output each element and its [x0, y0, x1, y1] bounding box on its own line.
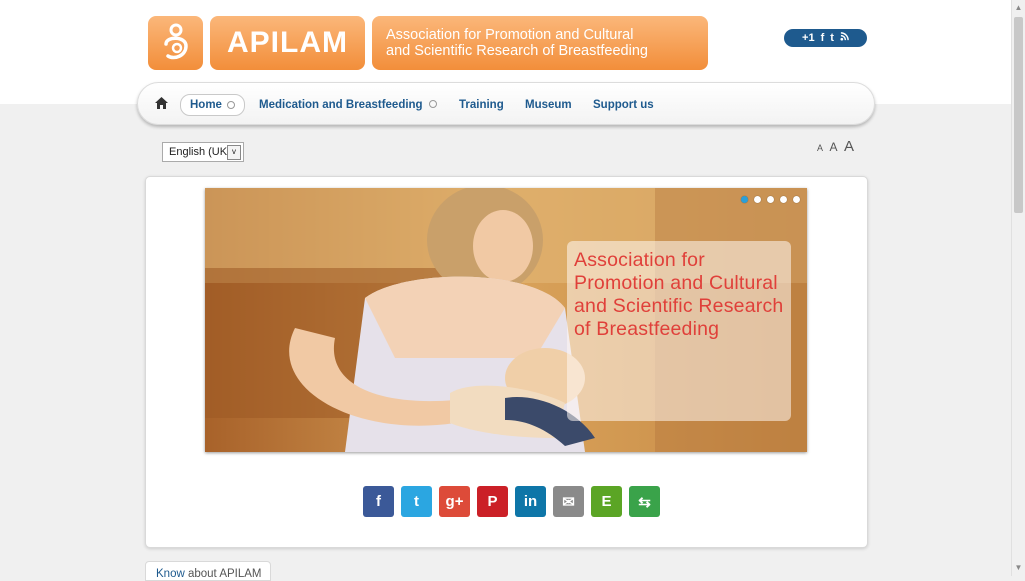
social-links: +1 f t [784, 29, 867, 47]
slider-dot-5[interactable] [793, 196, 800, 203]
twitter-link[interactable]: t [830, 32, 834, 44]
site-name[interactable]: APILAM [210, 16, 365, 70]
nav-medication-label: Medication and Breastfeeding [259, 99, 423, 111]
nav-support-us[interactable]: Support us [593, 95, 654, 115]
slider-dot-3[interactable] [767, 196, 774, 203]
google-plus-share-button[interactable]: g+ [439, 486, 470, 517]
pinterest-share-button[interactable]: P [477, 486, 508, 517]
slide-caption-text: Association for Promotion and Cultural a… [574, 249, 784, 340]
vertical-scrollbar[interactable]: ▲ ▼ [1011, 0, 1025, 576]
scroll-up-icon[interactable]: ▲ [1012, 0, 1025, 16]
slide-caption: Association for Promotion and Cultural a… [567, 241, 791, 421]
logo-icon[interactable] [148, 16, 203, 70]
font-size-medium[interactable]: A [829, 140, 837, 154]
nav-training[interactable]: Training [459, 95, 504, 115]
facebook-link[interactable]: f [821, 32, 825, 44]
evernote-share-button[interactable]: E [591, 486, 622, 517]
slider-dot-4[interactable] [780, 196, 787, 203]
rss-icon[interactable] [840, 32, 849, 44]
email-share-button[interactable]: ✉ [553, 486, 584, 517]
chevron-down-icon[interactable]: v [227, 145, 241, 160]
know-about-tab[interactable]: Know about APILAM [145, 561, 271, 581]
language-value: English (UK) [169, 146, 231, 158]
language-select[interactable]: English (UK) v [162, 142, 244, 162]
font-size-large[interactable]: A [844, 138, 854, 155]
printfriendly-share-button[interactable]: ⇆ [629, 486, 660, 517]
scroll-down-icon[interactable]: ▼ [1012, 560, 1025, 576]
font-size-small[interactable]: A [817, 143, 823, 153]
font-size-controls: A A A [817, 138, 856, 156]
know-about-highlight: Know [156, 568, 185, 580]
site-tagline: Association for Promotion and Cultural a… [372, 16, 708, 70]
slider-dot-2[interactable] [754, 196, 761, 203]
nav-home[interactable]: Home [180, 94, 245, 116]
google-plus-link[interactable]: +1 [802, 32, 815, 44]
facebook-share-button[interactable]: f [363, 486, 394, 517]
slider-dot-1[interactable] [741, 196, 748, 203]
nav-museum[interactable]: Museum [525, 95, 572, 115]
tagline-line-1: Association for Promotion and Cultural [386, 27, 634, 43]
main-nav: Home Medication and Breastfeeding Traini… [137, 82, 875, 125]
know-about-rest: about APILAM [184, 568, 262, 580]
scroll-thumb[interactable] [1014, 17, 1023, 213]
tagline-line-2: and Scientific Research of Breastfeeding [386, 43, 648, 59]
twitter-share-button[interactable]: t [401, 486, 432, 517]
submenu-indicator-icon [226, 101, 235, 109]
slider-dots [741, 196, 800, 203]
nav-medication[interactable]: Medication and Breastfeeding [259, 95, 437, 115]
linkedin-share-button[interactable]: in [515, 486, 546, 517]
nav-home-label: Home [190, 99, 222, 111]
home-icon[interactable] [155, 96, 168, 114]
submenu-indicator-icon [428, 99, 437, 108]
share-buttons: f t g+ P in ✉ E ⇆ [363, 486, 660, 517]
